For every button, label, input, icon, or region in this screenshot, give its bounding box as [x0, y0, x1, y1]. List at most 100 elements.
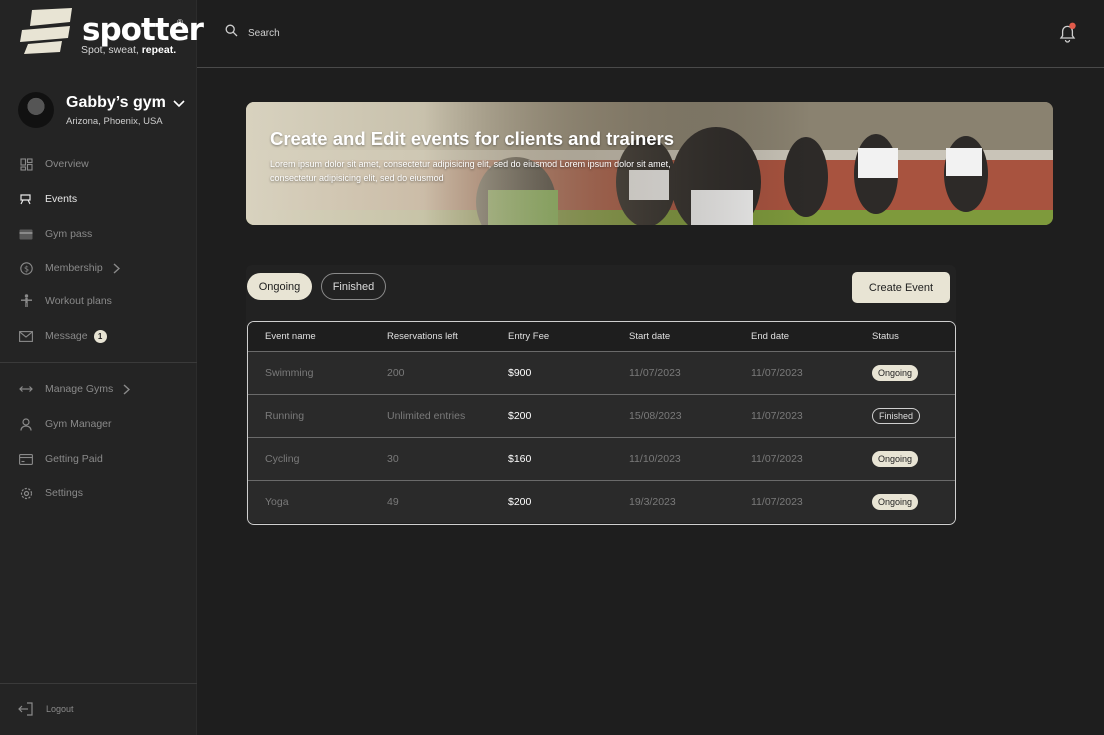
message-count-badge: 1: [93, 329, 107, 343]
banner-description: Lorem ipsum dolor sit amet, consectetur …: [270, 159, 671, 183]
search-bar[interactable]: [225, 24, 448, 42]
sidebar-item-label: Settings: [45, 487, 83, 499]
table-row[interactable]: Swimming 200 $900 11/07/2023 11/07/2023 …: [248, 351, 955, 394]
table-row[interactable]: Yoga 49 $200 19/3/2023 11/07/2023 Ongoin…: [248, 480, 955, 523]
create-event-button[interactable]: Create Event: [852, 272, 950, 303]
spotter-logo-icon: [20, 8, 72, 54]
tab-ongoing[interactable]: Ongoing: [247, 273, 312, 300]
dollar-icon: $: [18, 260, 34, 276]
entry-fee: $160: [508, 453, 532, 465]
sidebar-item-settings[interactable]: Settings: [18, 482, 188, 504]
logout-icon: [18, 702, 34, 716]
sidebar-item-membership[interactable]: $ Membership: [18, 257, 188, 279]
column-header-reservations: Reservations left: [387, 331, 458, 342]
chevron-down-icon[interactable]: [173, 96, 185, 114]
entry-fee: $900: [508, 367, 532, 379]
tab-finished[interactable]: Finished: [321, 273, 386, 300]
search-input[interactable]: [248, 27, 448, 39]
svg-text:$: $: [23, 264, 28, 273]
sidebar-item-gym-manager[interactable]: Gym Manager: [18, 413, 188, 435]
sidebar-item-label: Manage Gyms: [45, 383, 114, 395]
sidebar: spotter ® Spot, sweat, repeat. Gabby’s g…: [0, 0, 204, 735]
top-bar: [197, 0, 1104, 68]
event-name: Running: [265, 410, 305, 422]
sidebar-item-workout-plans[interactable]: Workout plans: [18, 290, 188, 312]
card-icon: [18, 451, 34, 467]
column-header-end-date: End date: [751, 331, 790, 342]
sidebar-item-label: Message: [45, 330, 88, 342]
status-cell: Finished: [872, 395, 921, 437]
sidebar-item-overview[interactable]: Overview: [18, 153, 188, 175]
sidebar-item-label: Events: [45, 193, 78, 205]
events-banner: Create and Edit events for clients and t…: [246, 102, 1053, 225]
column-header-event-name: Event name: [265, 331, 316, 342]
status-badge: Ongoing: [872, 365, 919, 381]
sidebar-item-label: Gym pass: [45, 228, 93, 240]
status-cell: Ongoing: [872, 481, 919, 523]
start-date: 15/08/2023: [629, 410, 682, 422]
column-header-entry-fee: Entry Fee: [508, 331, 550, 342]
column-header-status: Status: [872, 331, 899, 342]
chevron-right-icon: [123, 383, 131, 395]
reservations-left: Unlimited entries: [387, 410, 466, 422]
status-badge: Finished: [872, 408, 921, 424]
status-cell: Ongoing: [872, 352, 919, 394]
sidebar-item-gym-pass[interactable]: Gym pass: [18, 223, 188, 245]
entry-fee: $200: [508, 410, 532, 422]
registered-mark: ®: [177, 18, 183, 27]
end-date: 11/07/2023: [751, 410, 803, 422]
logout-button[interactable]: Logout: [18, 702, 74, 716]
sidebar-item-label: Overview: [45, 158, 89, 170]
reservations-left: 49: [387, 496, 399, 508]
status-badge: Ongoing: [872, 451, 919, 467]
table-header-row: Event name Reservations left Entry Fee S…: [248, 322, 955, 351]
brand-tagline: Spot, sweat, repeat.: [81, 44, 177, 56]
end-date: 11/07/2023: [751, 496, 803, 508]
sidebar-item-getting-paid[interactable]: Getting Paid: [18, 448, 188, 470]
sidebar-item-label: Workout plans: [45, 295, 112, 307]
entry-fee: $200: [508, 496, 532, 508]
gear-icon: [18, 485, 34, 501]
sidebar-item-label: Membership: [45, 262, 103, 274]
arrows-icon: [18, 381, 34, 397]
events-icon: [18, 191, 34, 207]
gym-name: Gabby’s gym: [66, 94, 166, 111]
brand-logo[interactable]: spotter ® Spot, sweat, repeat.: [20, 8, 204, 60]
events-table: Event name Reservations left Entry Fee S…: [247, 321, 956, 525]
gym-avatar: [18, 92, 54, 128]
notification-bell-icon[interactable]: [1057, 22, 1079, 49]
status-badge: Ongoing: [872, 494, 919, 510]
table-row[interactable]: Cycling 30 $160 11/10/2023 11/07/2023 On…: [248, 437, 955, 480]
sidebar-divider: [0, 683, 197, 684]
sidebar-item-events[interactable]: Events: [18, 188, 188, 210]
sidebar-item-label: Gym Manager: [45, 418, 112, 430]
event-name: Yoga: [265, 496, 289, 508]
reservations-left: 200: [387, 367, 405, 379]
chevron-right-icon: [113, 262, 120, 274]
event-name: Swimming: [265, 367, 314, 379]
table-row[interactable]: Running Unlimited entries $200 15/08/202…: [248, 394, 955, 437]
banner-title: Create and Edit events for clients and t…: [270, 128, 675, 149]
end-date: 11/07/2023: [751, 367, 803, 379]
reservations-left: 30: [387, 453, 399, 465]
overview-icon: [18, 156, 34, 172]
sidebar-item-manage-gyms[interactable]: Manage Gyms: [18, 378, 188, 400]
status-cell: Ongoing: [872, 438, 919, 480]
start-date: 19/3/2023: [629, 496, 676, 508]
mail-icon: [18, 328, 34, 344]
logout-label: Logout: [46, 704, 74, 714]
start-date: 11/07/2023: [629, 367, 681, 379]
brand-name: spotter: [82, 12, 204, 48]
start-date: 11/10/2023: [629, 453, 681, 465]
card-icon: [18, 226, 34, 242]
sidebar-item-label: Getting Paid: [45, 453, 103, 465]
search-icon: [225, 24, 238, 42]
column-header-start-date: Start date: [629, 331, 671, 342]
gym-selector[interactable]: Gabby’s gym Arizona, Phoenix, USA: [18, 90, 193, 130]
gym-location: Arizona, Phoenix, USA: [66, 116, 163, 127]
workout-icon: [18, 293, 34, 309]
end-date: 11/07/2023: [751, 453, 803, 465]
event-name: Cycling: [265, 453, 300, 465]
sidebar-divider: [0, 362, 197, 363]
sidebar-item-message[interactable]: Message 1: [18, 325, 188, 347]
